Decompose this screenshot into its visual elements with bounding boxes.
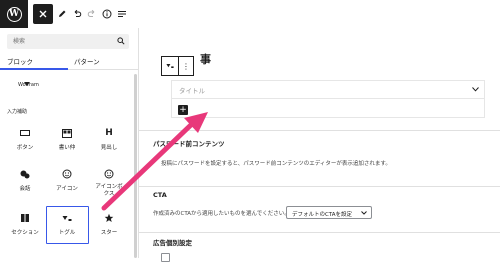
annotation-arrow — [101, 112, 208, 211]
